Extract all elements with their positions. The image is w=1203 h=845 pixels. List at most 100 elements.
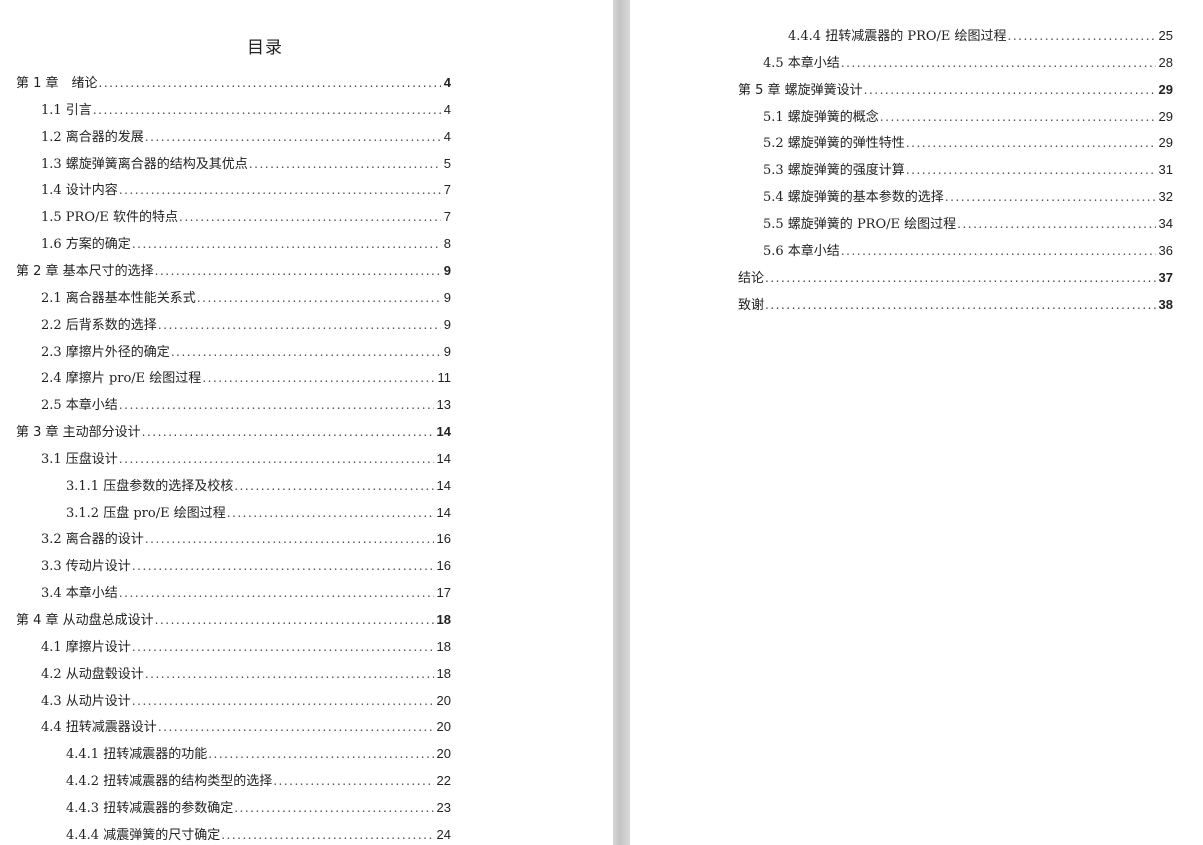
toc-entry[interactable]: 4.1 摩擦片设计 18 — [41, 638, 451, 656]
toc-entry-label: 5.1 螺旋弹簧的概念 — [763, 109, 879, 125]
toc-leader-dots — [234, 800, 433, 817]
toc-entry-label: 4.4.1 扭转减震器的功能 — [66, 747, 208, 763]
toc-page-number: 20 — [436, 746, 451, 762]
toc-entry[interactable]: 5.3 螺旋弹簧的强度计算 31 — [763, 161, 1173, 179]
toc-leader-dots — [841, 243, 1156, 260]
toc-leader-dots — [249, 156, 441, 173]
toc-leader-dots — [227, 505, 434, 522]
toc-entry[interactable]: 4.4 扭转减震器设计 20 — [41, 718, 451, 736]
toc-leader-dots — [880, 109, 1156, 126]
toc-entry[interactable]: 1.5 PRO/E 软件的特点 7 — [41, 208, 451, 226]
toc-leader-dots — [158, 317, 441, 334]
toc-leader-dots — [119, 451, 434, 468]
toc-entry-label: 1.2 离合器的发展 — [41, 129, 144, 145]
toc-entry-label: 第 3 章 主动部分设计 — [16, 425, 141, 441]
toc-entry-label: 2.3 摩擦片外径的确定 — [41, 344, 170, 360]
toc-entry[interactable]: 4.5 本章小结 28 — [763, 54, 1173, 72]
toc-entry[interactable]: 1.4 设计内容 7 — [41, 181, 451, 199]
toc-leader-dots — [145, 666, 434, 683]
toc-page-number: 20 — [436, 719, 451, 735]
toc-page-number: 9 — [443, 289, 451, 305]
toc-entry-label: 5.3 螺旋弹簧的强度计算 — [763, 163, 905, 179]
toc-entry-label: 5.5 螺旋弹簧的 PRO/E 绘图过程 — [763, 216, 957, 232]
toc-entry[interactable]: 1.1 引言 4 — [41, 101, 451, 119]
toc-leader-dots — [145, 129, 441, 146]
toc-entry[interactable]: 3.4 本章小结 17 — [41, 584, 451, 602]
toc-entry[interactable]: 第 3 章 主动部分设计 14 — [16, 423, 451, 441]
toc-leader-dots — [957, 216, 1155, 233]
toc-entry[interactable]: 3.3 传动片设计 16 — [41, 557, 451, 575]
toc-entry[interactable]: 4.4.3 扭转减震器的参数确定 23 — [66, 799, 451, 817]
toc-entry-label: 4.1 摩擦片设计 — [41, 639, 131, 655]
toc-entry[interactable]: 2.3 摩擦片外径的确定 9 — [41, 343, 451, 361]
toc-entry[interactable]: 1.2 离合器的发展 4 — [41, 128, 451, 146]
toc-entry[interactable]: 3.2 离合器的设计 16 — [41, 530, 451, 548]
toc-entry-label: 1.5 PRO/E 软件的特点 — [41, 210, 179, 226]
toc-entry[interactable]: 5.4 螺旋弹簧的基本参数的选择 32 — [763, 188, 1173, 206]
toc-entry-label: 3.4 本章小结 — [41, 586, 118, 602]
toc-leader-dots — [208, 746, 433, 763]
toc-page-number: 16 — [436, 531, 451, 547]
toc-entry[interactable]: 4.4.4 减震弹簧的尺寸确定 24 — [66, 826, 451, 844]
toc-page-number: 8 — [443, 236, 451, 252]
toc-leader-dots — [202, 370, 434, 387]
toc-entry[interactable]: 4.3 从动片设计 20 — [41, 692, 451, 710]
toc-leader-dots — [906, 135, 1156, 152]
toc-entry[interactable]: 1.6 方案的确定 8 — [41, 235, 451, 253]
toc-entry[interactable]: 5.5 螺旋弹簧的 PRO/E 绘图过程 34 — [763, 215, 1173, 233]
toc-entry[interactable]: 2.2 后背系数的选择 9 — [41, 316, 451, 334]
document-page-left: 目录 第 1 章 绪论 4 1.1 引言 4 1.2 离合器的发展 4 1.3 螺旋弹簧离合… — [0, 0, 613, 845]
toc-page-number: 17 — [436, 585, 451, 601]
toc-entry-label: 1.1 引言 — [41, 102, 92, 118]
toc-leader-dots — [155, 263, 441, 280]
toc-entry[interactable]: 3.1.2 压盘 pro/E 绘图过程 14 — [66, 504, 451, 522]
toc-leader-dots — [273, 773, 433, 790]
toc-entry[interactable]: 第 5 章 螺旋弹簧设计 29 — [738, 81, 1173, 99]
toc-leader-dots — [145, 531, 434, 548]
toc-entry[interactable]: 2.5 本章小结 13 — [41, 396, 451, 414]
toc-entry-label: 3.1.2 压盘 pro/E 绘图过程 — [66, 505, 226, 521]
toc-page-number: 7 — [443, 182, 451, 198]
toc-entry[interactable]: 5.1 螺旋弹簧的概念 29 — [763, 108, 1173, 126]
toc-entry-label: 1.6 方案的确定 — [41, 237, 131, 253]
toc-entry[interactable]: 第 2 章 基本尺寸的选择 9 — [16, 262, 451, 280]
toc-leader-dots — [906, 162, 1156, 179]
toc-entry[interactable]: 3.1 压盘设计 14 — [41, 450, 451, 468]
toc-entry-label: 3.3 传动片设计 — [41, 559, 131, 575]
toc-entry-label: 4.2 从动盘毂设计 — [41, 666, 144, 682]
toc-leader-dots — [171, 344, 441, 361]
toc-leader-dots — [119, 182, 441, 199]
toc-leader-dots — [1008, 28, 1156, 45]
toc-page-number: 14 — [436, 424, 451, 440]
toc-entry[interactable]: 4.2 从动盘毂设计 18 — [41, 665, 451, 683]
toc-page-number: 34 — [1158, 215, 1173, 231]
toc-page-number: 25 — [1158, 28, 1173, 43]
toc-page-number: 4 — [443, 75, 451, 90]
toc-page-number: 29 — [1158, 108, 1173, 124]
toc-entry[interactable]: 4.4.4 扭转减震器的 PRO/E 绘图过程 25 — [788, 27, 1173, 45]
toc-entry[interactable]: 5.2 螺旋弹簧的弹性特性 29 — [763, 134, 1173, 152]
toc-entry[interactable]: 致谢 38 — [738, 296, 1173, 314]
toc-entry[interactable]: 第 1 章 绪论 4 — [16, 74, 451, 92]
toc-entry[interactable]: 4.4.1 扭转减震器的功能 20 — [66, 745, 451, 763]
toc-entry[interactable]: 2.4 摩擦片 pro/E 绘图过程 11 — [41, 369, 451, 387]
toc-leader-dots — [132, 558, 434, 575]
toc-entry[interactable]: 3.1.1 压盘参数的选择及校核 14 — [66, 477, 451, 495]
toc-entry[interactable]: 2.1 离合器基本性能关系式 9 — [41, 289, 451, 307]
toc-page-number: 37 — [1158, 269, 1173, 285]
toc-entry[interactable]: 4.4.2 扭转减震器的结构类型的选择 22 — [66, 772, 451, 790]
toc-entry-label: 第 2 章 基本尺寸的选择 — [16, 263, 154, 279]
toc-leader-dots — [119, 397, 434, 414]
toc-entry-label: 4.4.4 扭转减震器的 PRO/E 绘图过程 — [788, 29, 1007, 44]
toc-entry-label: 4.3 从动片设计 — [41, 693, 131, 709]
toc-page-number: 14 — [436, 450, 451, 466]
toc-entry-label: 4.4.4 减震弹簧的尺寸确定 — [66, 827, 221, 843]
toc-entry-label: 5.6 本章小结 — [763, 243, 840, 259]
toc-entry[interactable]: 1.3 螺旋弹簧离合器的结构及其优点 5 — [41, 155, 451, 173]
toc-leader-dots — [142, 424, 434, 441]
toc-entry[interactable]: 5.6 本章小结 36 — [763, 242, 1173, 260]
toc-entry-label: 4.4.3 扭转减震器的参数确定 — [66, 800, 234, 816]
toc-entry[interactable]: 第 4 章 从动盘总成设计 18 — [16, 611, 451, 629]
toc-page-number: 28 — [1158, 54, 1173, 70]
toc-entry[interactable]: 结论 37 — [738, 269, 1173, 287]
